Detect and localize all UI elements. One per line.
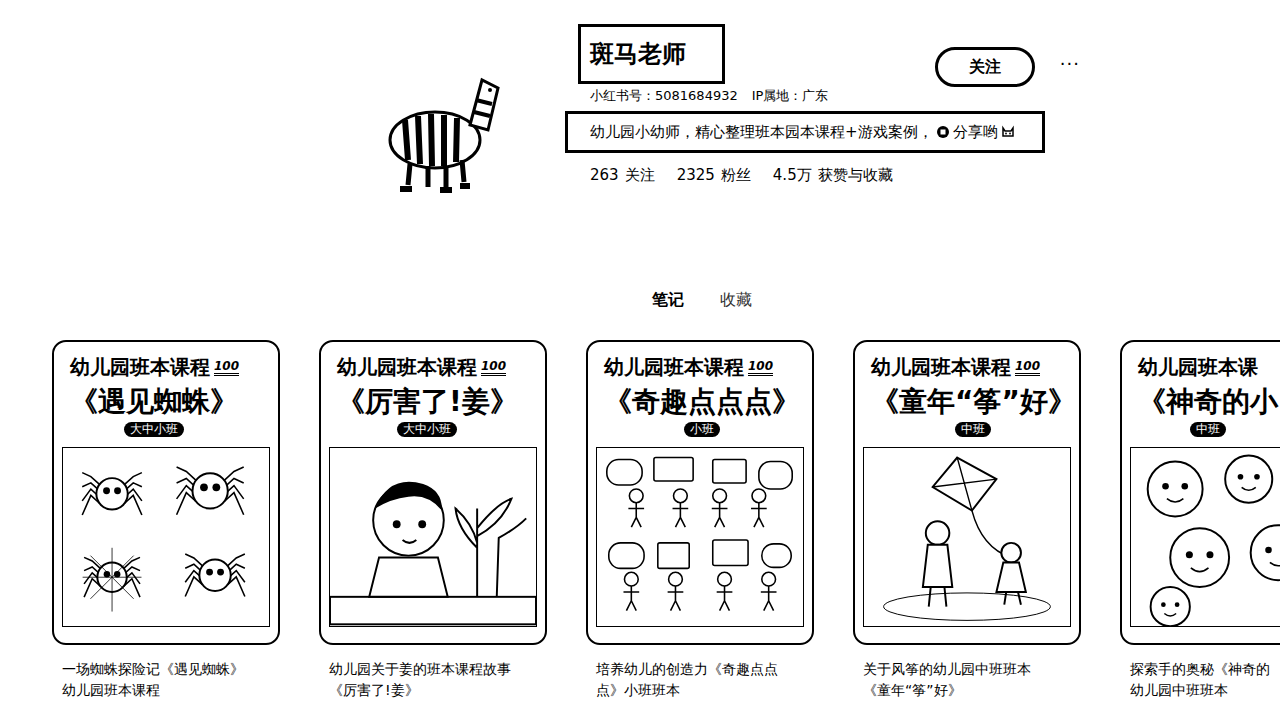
caption-line: 一场蜘蛛探险记《遇见蜘蛛》 <box>62 659 280 680</box>
caption-line: 幼儿园中班班本 <box>1130 680 1280 701</box>
caption-line: 培养幼儿的创造力《奇趣点点 <box>596 659 814 680</box>
grade-badge: 中班 <box>955 422 991 437</box>
cover-picture <box>62 447 270 627</box>
account-id: 小红书号：5081684932 <box>590 88 738 103</box>
boy-with-plants-icon <box>330 448 536 626</box>
cover-title-block: 《奇趣点点点》小班 <box>596 384 800 437</box>
note-cover[interactable]: 幼儿园班本课程100 《遇见蜘蛛》大中小班 <box>52 340 280 645</box>
stat-value: 4.5万 <box>773 165 812 185</box>
cover-title: 《神奇的小 <box>1138 384 1278 420</box>
stat-item[interactable]: 4.5万获赞与收藏 <box>773 165 893 185</box>
profile-name: 斑马老师 <box>578 24 725 84</box>
note-caption[interactable]: 培养幼儿的创造力《奇趣点点点》小班班本 <box>586 659 814 701</box>
cover-title: 《厉害了!姜》 <box>337 384 518 420</box>
grade-badge: 大中小班 <box>397 422 457 437</box>
grade-badge: 大中小班 <box>124 422 184 437</box>
cover-header-text: 幼儿园班本课 <box>1138 354 1258 380</box>
cover-title-block: 《童年“筝”好》中班 <box>863 384 1076 437</box>
caption-line: 幼儿园关于姜的班本课程故事 <box>329 659 547 680</box>
cover-title: 《奇趣点点点》 <box>604 384 800 420</box>
note-item[interactable]: 幼儿园班本课程100《遇见蜘蛛》大中小班一场蜘蛛探险记《遇见蜘蛛》幼儿园班本课程 <box>52 340 280 701</box>
cover-header-text: 幼儿园班本课程 <box>604 354 744 380</box>
tab[interactable]: 收藏 <box>720 290 752 310</box>
grade-badge: 中班 <box>1190 422 1226 437</box>
profile-header: 斑马老师关注···小红书号：5081684932IP属地：广东幼儿园小幼师，精心… <box>0 24 1280 195</box>
cover-header: 幼儿园班本课程100 <box>62 354 270 380</box>
cover-header: 幼儿园班本课程100 <box>329 354 537 380</box>
stat-label: 粉丝 <box>721 165 751 185</box>
hundred-points-icon: 100 <box>1015 359 1040 376</box>
children-faces-icon <box>1131 448 1280 626</box>
tab-bar: 笔记 收藏 <box>0 290 1280 310</box>
follow-button[interactable]: 关注 <box>935 47 1035 87</box>
bio-text: 幼儿园小幼师，精心整理班本园本课程+游戏案例， <box>590 122 933 142</box>
zebra-avatar-icon[interactable] <box>370 60 505 195</box>
caption-line: 《厉害了!姜》 <box>329 680 547 701</box>
name-row: 斑马老师 关注 ··· <box>565 24 1080 87</box>
profile-info: 斑马老师关注···小红书号：5081684932IP属地：广东幼儿园小幼师，精心… <box>565 24 1080 185</box>
cover-title: 《童年“筝”好》 <box>871 384 1076 420</box>
grade-badge: 小班 <box>684 422 720 437</box>
note-caption[interactable]: 幼儿园关于姜的班本课程故事《厉害了!姜》 <box>319 659 547 701</box>
caption-line: 《童年“筝”好》 <box>863 680 1081 701</box>
stat-item[interactable]: 2325 粉丝 <box>677 165 751 185</box>
caption-line: 幼儿园班本课程 <box>62 680 280 701</box>
notes-grid: 幼儿园班本课程100《遇见蜘蛛》大中小班一场蜘蛛探险记《遇见蜘蛛》幼儿园班本课程… <box>0 340 1280 701</box>
stat-label: 关注 <box>625 165 655 185</box>
stat-item[interactable]: 263 关注 <box>590 165 655 185</box>
cover-header: 幼儿园班本课 <box>1130 354 1280 380</box>
note-item[interactable]: 幼儿园班本课《神奇的小中班探索手的奥秘《神奇的幼儿园中班班本 <box>1120 340 1280 701</box>
note-cover[interactable]: 幼儿园班本课程100 《奇趣点点点》小班 <box>586 340 814 645</box>
cover-header: 幼儿园班本课程100 <box>863 354 1071 380</box>
note-item[interactable]: 幼儿园班本课程100《厉害了!姜》大中小班幼儿园关于姜的班本课程故事《厉害了!姜… <box>319 340 547 701</box>
spiders-icon <box>63 448 269 626</box>
profile-page: 斑马老师关注···小红书号：5081684932IP属地：广东幼儿园小幼师，精心… <box>0 0 1280 704</box>
note-item[interactable]: 幼儿园班本课程100《童年“筝”好》中班关于风筝的幼儿园中班班本《童年“筝”好》 <box>853 340 1081 701</box>
cover-title-block: 《遇见蜘蛛》大中小班 <box>62 384 238 437</box>
stat-value: 2325 <box>677 165 715 185</box>
bio-tail: 分享哟 <box>953 122 998 142</box>
note-cover[interactable]: 幼儿园班本课《神奇的小中班 <box>1120 340 1280 645</box>
cover-picture <box>596 447 804 627</box>
profile-stats: 263 关注 2325 粉丝 4.5万获赞与收藏 <box>590 165 1080 185</box>
cover-title-block: 《神奇的小中班 <box>1130 384 1278 437</box>
cover-header-text: 幼儿园班本课程 <box>70 354 210 380</box>
cat-face-icon <box>1001 125 1015 139</box>
caption-line: 关于风筝的幼儿园中班班本 <box>863 659 1081 680</box>
stat-value: 263 <box>590 165 619 185</box>
note-caption[interactable]: 关于风筝的幼儿园中班班本《童年“筝”好》 <box>853 659 1081 701</box>
cover-picture <box>329 447 537 627</box>
profile-bio: 幼儿园小幼师，精心整理班本园本课程+游戏案例， 分享哟 <box>565 111 1045 153</box>
caption-line: 探索手的奥秘《神奇的 <box>1130 659 1280 680</box>
cover-header: 幼儿园班本课程100 <box>596 354 804 380</box>
kite-icon <box>864 448 1070 626</box>
hundred-points-icon: 100 <box>481 359 506 376</box>
badge-icon <box>936 125 950 139</box>
cover-title-block: 《厉害了!姜》大中小班 <box>329 384 518 437</box>
stat-label: 获赞与收藏 <box>818 165 893 185</box>
hundred-points-icon: 100 <box>214 359 239 376</box>
account-meta: 小红书号：5081684932 IP属地：广东 <box>590 87 1080 105</box>
tab[interactable]: 笔记 <box>652 290 684 310</box>
speech-bubbles-icon <box>597 448 803 626</box>
hundred-points-icon: 100 <box>748 359 773 376</box>
note-cover[interactable]: 幼儿园班本课程100 《厉害了!姜》大中小班 <box>319 340 547 645</box>
cover-title: 《遇见蜘蛛》 <box>70 384 238 420</box>
cover-picture <box>863 447 1071 627</box>
note-caption[interactable]: 探索手的奥秘《神奇的幼儿园中班班本 <box>1120 659 1280 701</box>
note-caption[interactable]: 一场蜘蛛探险记《遇见蜘蛛》幼儿园班本课程 <box>52 659 280 701</box>
caption-line: 点》小班班本 <box>596 680 814 701</box>
note-item[interactable]: 幼儿园班本课程100 《奇趣点点点》小班培养幼儿的创造力《奇趣点点点》小班班本 <box>586 340 814 701</box>
cover-header-text: 幼儿园班本课程 <box>871 354 1011 380</box>
more-button[interactable]: ··· <box>1060 54 1080 74</box>
note-cover[interactable]: 幼儿园班本课程100 《童年“筝”好》中班 <box>853 340 1081 645</box>
cover-header-text: 幼儿园班本课程 <box>337 354 477 380</box>
cover-picture <box>1130 447 1280 627</box>
ip-location: IP属地：广东 <box>752 88 829 103</box>
